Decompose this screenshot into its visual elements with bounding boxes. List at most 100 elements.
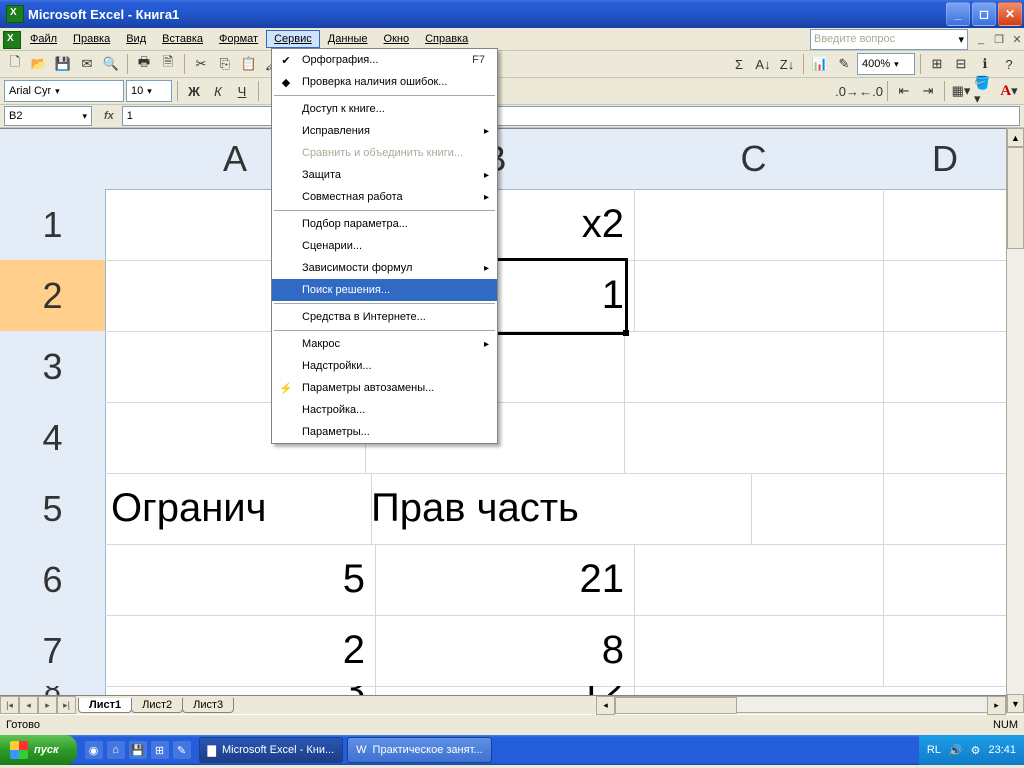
menu-addins[interactable]: Надстройки... — [272, 355, 497, 377]
save-icon[interactable]: 💾 — [52, 53, 74, 75]
row-header-5[interactable]: 5 — [0, 473, 106, 545]
toolbar-icon-c[interactable]: ℹ — [974, 53, 996, 75]
ql-icon-2[interactable]: ⌂ — [107, 741, 125, 759]
italic-icon[interactable]: К — [207, 80, 229, 102]
ql-icon-3[interactable]: 💾 — [129, 741, 147, 759]
formula-input[interactable]: 1 — [122, 106, 1020, 126]
menu-share-workbook[interactable]: Доступ к книге... — [272, 98, 497, 120]
copy-icon[interactable]: ⎘ — [214, 53, 236, 75]
menu-window[interactable]: Окно — [376, 30, 418, 48]
menu-protection[interactable]: Защита — [272, 164, 497, 186]
menu-edit[interactable]: Правка — [65, 30, 118, 48]
tab-nav-next[interactable]: ▸ — [38, 696, 57, 714]
select-all-corner[interactable] — [0, 129, 106, 190]
mail-icon[interactable]: ✉ — [76, 53, 98, 75]
menu-tools[interactable]: Сервис — [266, 30, 320, 48]
font-color-icon[interactable]: A▾ — [998, 80, 1020, 102]
menu-customize[interactable]: Настройка... — [272, 399, 497, 421]
close-button[interactable]: ✕ — [998, 2, 1022, 26]
row-header-7[interactable]: 7 — [0, 615, 106, 687]
zoom-box[interactable]: 400%▾ — [857, 53, 915, 75]
indent-dec-icon[interactable]: ⇤ — [893, 80, 915, 102]
sheet-tab-2[interactable]: Лист2 — [131, 698, 183, 713]
font-size-box[interactable]: 10▾ — [126, 80, 172, 102]
cell-d1[interactable] — [883, 189, 1008, 261]
row-header-6[interactable]: 6 — [0, 544, 106, 616]
print-preview-icon[interactable]: 🗎 — [157, 53, 179, 75]
maximize-button[interactable]: ◻ — [972, 2, 996, 26]
scroll-left-button[interactable]: ◂ — [596, 696, 615, 715]
cell-b7[interactable]: 8 — [365, 615, 635, 687]
ql-icon-4[interactable]: ⊞ — [151, 741, 169, 759]
menu-data[interactable]: Данные — [320, 30, 376, 48]
toolbar-icon-a[interactable]: ⊞ — [926, 53, 948, 75]
cell-b5[interactable]: Прав часть — [365, 473, 752, 545]
col-header-c[interactable]: C — [624, 129, 884, 190]
fx-icon[interactable]: fx — [104, 110, 114, 122]
scroll-up-button[interactable]: ▲ — [1007, 128, 1024, 147]
vertical-scrollbar[interactable]: ▲ ▼ — [1006, 128, 1024, 713]
doc-sys-icon[interactable] — [3, 31, 21, 49]
borders-icon[interactable]: ▦▾ — [950, 80, 972, 102]
paste-icon[interactable]: 📋 — [238, 53, 260, 75]
underline-icon[interactable]: Ч — [231, 80, 253, 102]
menu-autocorrect[interactable]: ⚡Параметры автозамены... — [272, 377, 497, 399]
tray-icon-1[interactable]: 🔊 — [949, 744, 963, 757]
cell-c4[interactable] — [624, 402, 884, 474]
autosum-icon[interactable]: Σ — [728, 53, 750, 75]
cell-a5[interactable]: Огранич — [105, 473, 372, 545]
ql-icon-5[interactable]: ✎ — [173, 741, 191, 759]
menu-help[interactable]: Справка — [417, 30, 476, 48]
search-icon[interactable]: 🔍 — [100, 53, 122, 75]
menu-collaboration[interactable]: Совместная работа — [272, 186, 497, 208]
decimal-inc-icon[interactable]: .0→ — [836, 80, 858, 102]
doc-close-button[interactable]: ✕ — [1010, 32, 1024, 46]
new-icon[interactable]: 🗋 — [4, 53, 26, 75]
taskbar-item-excel[interactable]: ▇ Microsoft Excel - Кни... — [199, 737, 344, 763]
sort-desc-icon[interactable]: Z↓ — [776, 53, 798, 75]
ql-icon-1[interactable]: ◉ — [85, 741, 103, 759]
tab-nav-first[interactable]: |◂ — [0, 696, 19, 714]
tray-icon-2[interactable]: ⚙ — [971, 744, 981, 757]
cell-a6[interactable]: 5 — [105, 544, 376, 616]
chart-icon[interactable]: 📊 — [809, 53, 831, 75]
cell-d2[interactable] — [883, 260, 1008, 332]
cell-c2[interactable] — [624, 260, 884, 332]
row-header-3[interactable]: 3 — [0, 331, 106, 403]
decimal-dec-icon[interactable]: ←.0 — [860, 80, 882, 102]
cell-d5[interactable] — [883, 473, 1008, 545]
cut-icon[interactable]: ✂ — [190, 53, 212, 75]
menu-track-changes[interactable]: Исправления — [272, 120, 497, 142]
cell-c3[interactable] — [624, 331, 884, 403]
menu-file[interactable]: Файл — [22, 30, 65, 48]
fill-color-icon[interactable]: 🪣▾ — [974, 80, 996, 102]
menu-error-check[interactable]: ◆Проверка наличия ошибок... — [272, 71, 497, 93]
menu-goal-seek[interactable]: Подбор параметра... — [272, 213, 497, 235]
print-icon[interactable]: 🖶 — [133, 53, 155, 75]
row-header-4[interactable]: 4 — [0, 402, 106, 474]
menu-options[interactable]: Параметры... — [272, 421, 497, 443]
menu-format[interactable]: Формат — [211, 30, 266, 48]
lang-indicator[interactable]: RL — [927, 744, 941, 756]
tab-nav-prev[interactable]: ◂ — [19, 696, 38, 714]
cell-d4[interactable] — [883, 402, 1008, 474]
sheet-tab-1[interactable]: Лист1 — [78, 698, 132, 713]
sort-asc-icon[interactable]: A↓ — [752, 53, 774, 75]
toolbar-icon-b[interactable]: ⊟ — [950, 53, 972, 75]
minimize-button[interactable]: _ — [946, 2, 970, 26]
horizontal-scrollbar[interactable]: ◂ ▸ — [596, 696, 1006, 713]
help-icon[interactable]: ? — [998, 53, 1020, 75]
clock[interactable]: 23:41 — [988, 744, 1016, 756]
cell-c7[interactable] — [624, 615, 884, 687]
taskbar-item-word[interactable]: W Практическое занят... — [347, 737, 491, 763]
doc-restore-button[interactable]: ❐ — [992, 32, 1006, 46]
cell-b6[interactable]: 21 — [365, 544, 635, 616]
scroll-right-button[interactable]: ▸ — [987, 696, 1006, 715]
cell-c6[interactable] — [624, 544, 884, 616]
scroll-thumb-h[interactable] — [615, 697, 737, 714]
cell-d3[interactable] — [883, 331, 1008, 403]
menu-formula-auditing[interactable]: Зависимости формул — [272, 257, 497, 279]
font-name-box[interactable]: Arial Cyr▾ — [4, 80, 124, 102]
menu-insert[interactable]: Вставка — [154, 30, 211, 48]
doc-minimize-button[interactable]: _ — [974, 32, 988, 46]
